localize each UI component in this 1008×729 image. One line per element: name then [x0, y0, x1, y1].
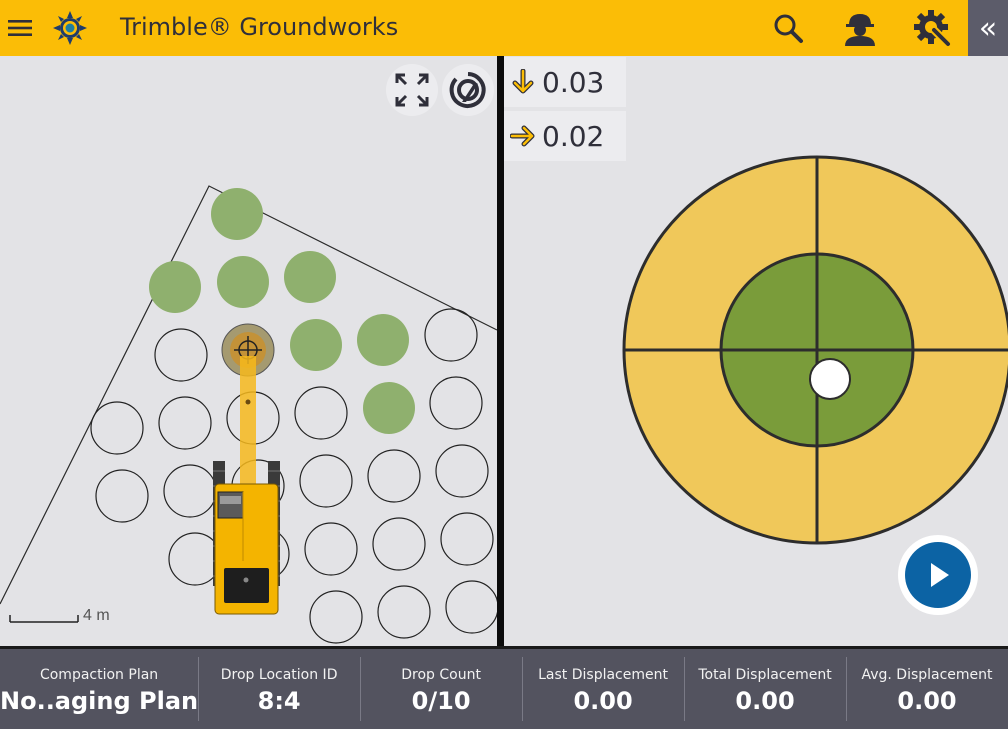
start-drop-button[interactable]: [898, 535, 978, 615]
trimble-logo-icon: [52, 0, 88, 56]
scale-bar-label: 4 m: [83, 607, 110, 624]
stat-value: No..aging Plan: [0, 687, 199, 715]
horizontal-offset-value: 0.02: [542, 119, 605, 153]
fullscreen-button[interactable]: [386, 64, 438, 116]
stat-value: 0/10: [411, 687, 471, 715]
crane-vehicle: [213, 461, 280, 615]
stat-avg-displacement: Avg. Displacement 0.00: [846, 649, 1008, 729]
status-bar: Compaction Plan No..aging Plan Drop Loca…: [0, 646, 1008, 729]
stat-drop-count: Drop Count 0/10: [360, 649, 522, 729]
settings-gear-wrench-icon[interactable]: [910, 0, 954, 56]
stat-total-displacement: Total Displacement 0.00: [684, 649, 846, 729]
stat-label: Avg. Displacement: [861, 667, 993, 683]
stat-drop-location-id: Drop Location ID 8:4: [198, 649, 360, 729]
stat-label: Drop Location ID: [220, 667, 338, 683]
hamburger-menu-icon[interactable]: [6, 0, 34, 56]
expand-arrows-icon: [395, 73, 429, 107]
pending-drop-points: [90, 308, 497, 644]
collapse-chevrons-icon: «: [978, 10, 998, 46]
stat-value: 0.00: [735, 687, 795, 715]
scale-bar: [9, 615, 79, 623]
play-icon: [931, 563, 949, 587]
app-title: Trimble® Groundworks: [120, 13, 399, 41]
stat-compaction-plan[interactable]: Compaction Plan No..aging Plan: [0, 649, 198, 729]
stat-value: 8:4: [257, 687, 301, 715]
plan-map-view[interactable]: [0, 56, 497, 646]
current-position-marker: [809, 358, 851, 400]
compass-lock-icon: [449, 72, 486, 108]
app-header: Trimble® Groundworks «: [0, 0, 1008, 56]
compass-lock-button[interactable]: [442, 64, 494, 116]
worker-hardhat-icon[interactable]: [838, 0, 882, 56]
stat-label: Drop Count: [401, 667, 481, 683]
stat-label: Last Displacement: [538, 667, 668, 683]
vertical-offset-value: 0.03: [542, 65, 605, 99]
crane-boom: [240, 356, 256, 496]
drop-locations-map: [0, 185, 497, 644]
stat-last-displacement: Last Displacement 0.00: [522, 649, 684, 729]
stat-value: 0.00: [573, 687, 633, 715]
stat-label: Compaction Plan: [39, 667, 159, 683]
search-icon[interactable]: [770, 0, 806, 56]
collapse-panel-button[interactable]: «: [968, 0, 1008, 56]
split-view-divider[interactable]: [497, 56, 504, 646]
arrow-down-icon: [512, 69, 534, 94]
horizontal-offset-readout: 0.02: [504, 111, 626, 161]
vertical-offset-readout: 0.03: [504, 57, 626, 107]
arrow-right-icon: [510, 125, 535, 147]
stat-label: Total Displacement: [698, 667, 832, 683]
stat-value: 0.00: [897, 687, 957, 715]
